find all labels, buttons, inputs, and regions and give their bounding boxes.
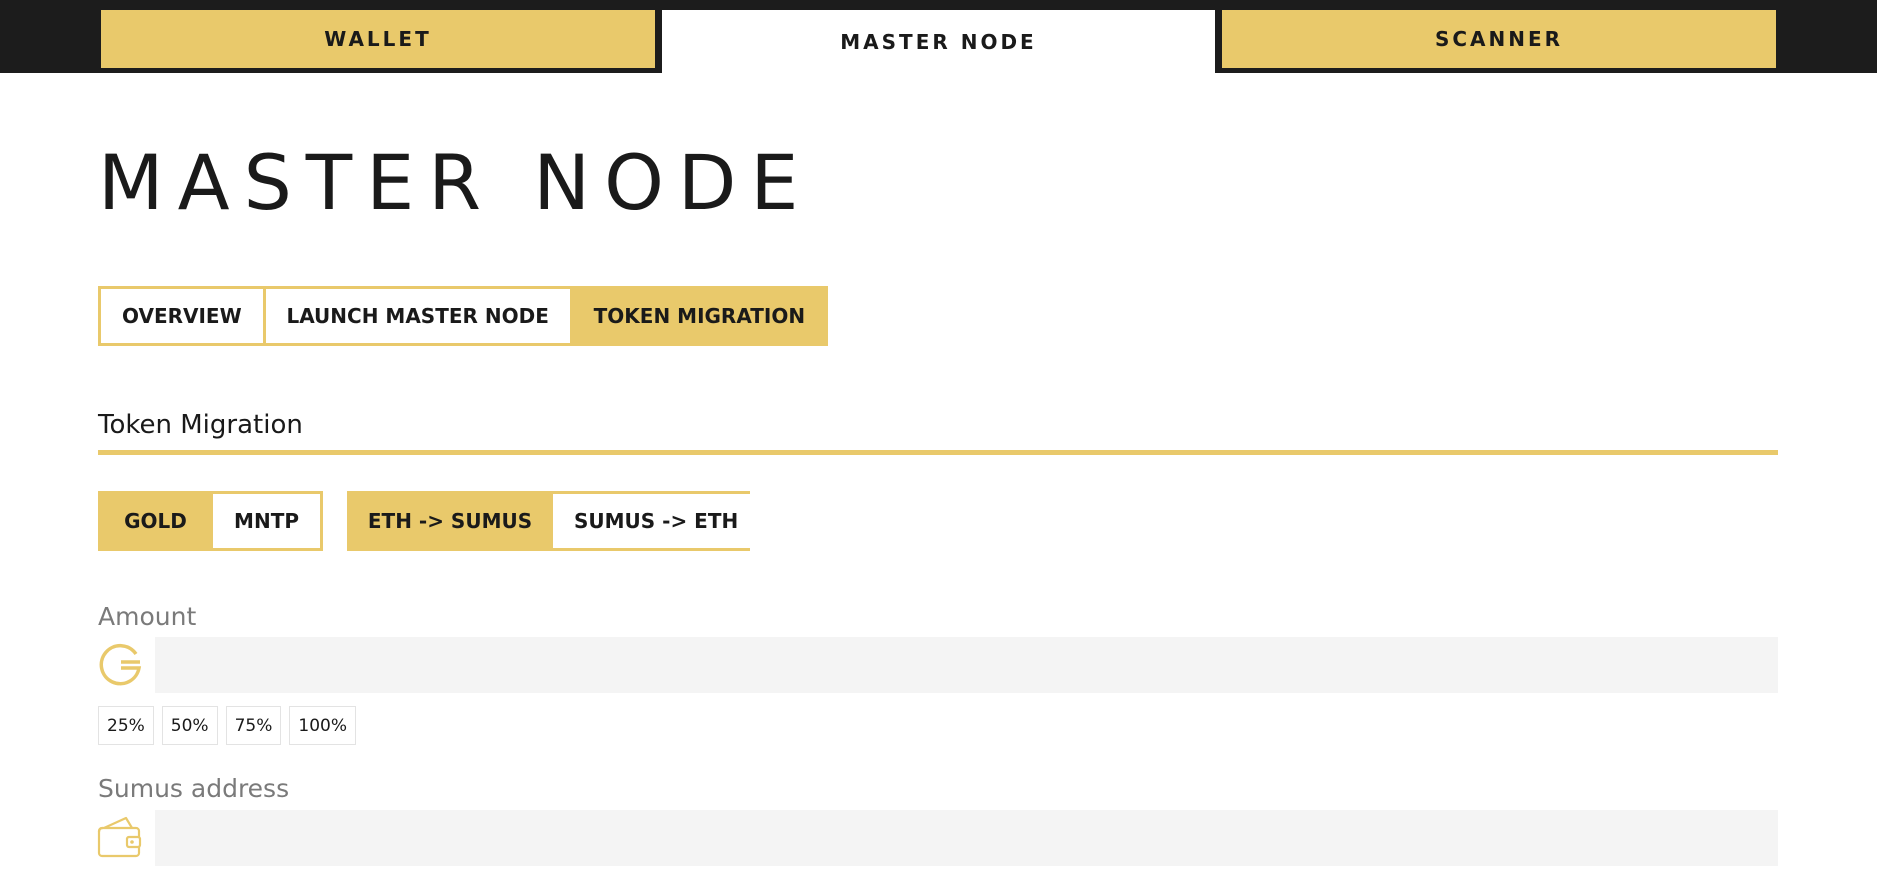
tab-overview[interactable]: OVERVIEW — [101, 289, 263, 343]
percent-75-button[interactable]: 75% — [225, 706, 282, 745]
amount-input[interactable] — [155, 637, 1778, 693]
percent-100-button[interactable]: 100% — [289, 706, 356, 745]
percent-buttons: 25% 50% 75% 100% — [98, 706, 356, 745]
sumus-address-input[interactable] — [155, 810, 1778, 866]
nav-tab-wallet[interactable]: WALLET — [101, 10, 655, 68]
page-title: MASTER NODE — [98, 138, 813, 227]
token-mntp-button[interactable]: MNTP — [210, 494, 320, 548]
percent-25-button[interactable]: 25% — [98, 706, 154, 745]
tab-token-migration[interactable]: TOKEN MIGRATION — [569, 289, 827, 343]
amount-label: Amount — [98, 602, 197, 631]
top-navigation: WALLET MASTER NODE SCANNER — [0, 0, 1877, 73]
section-divider — [98, 450, 1778, 455]
direction-toggle: ETH -> SUMUS SUMUS -> ETH — [347, 491, 760, 551]
sumus-address-label: Sumus address — [98, 774, 290, 803]
section-tabs: OVERVIEW LAUNCH MASTER NODE TOKEN MIGRAT… — [98, 286, 828, 346]
section-title: Token Migration — [98, 410, 303, 440]
token-toggle: GOLD MNTP — [98, 491, 323, 551]
tab-launch-master-node[interactable]: LAUNCH MASTER NODE — [262, 289, 570, 343]
gold-coin-icon — [99, 643, 142, 686]
wallet-icon — [97, 816, 142, 858]
nav-tab-master-node[interactable]: MASTER NODE — [662, 10, 1215, 73]
direction-sumus-to-eth-button[interactable]: SUMUS -> ETH — [550, 494, 760, 548]
nav-tab-scanner[interactable]: SCANNER — [1222, 10, 1776, 68]
percent-50-button[interactable]: 50% — [161, 706, 218, 745]
token-gold-button[interactable]: GOLD — [101, 494, 211, 548]
direction-eth-to-sumus-button[interactable]: ETH -> SUMUS — [350, 494, 550, 548]
